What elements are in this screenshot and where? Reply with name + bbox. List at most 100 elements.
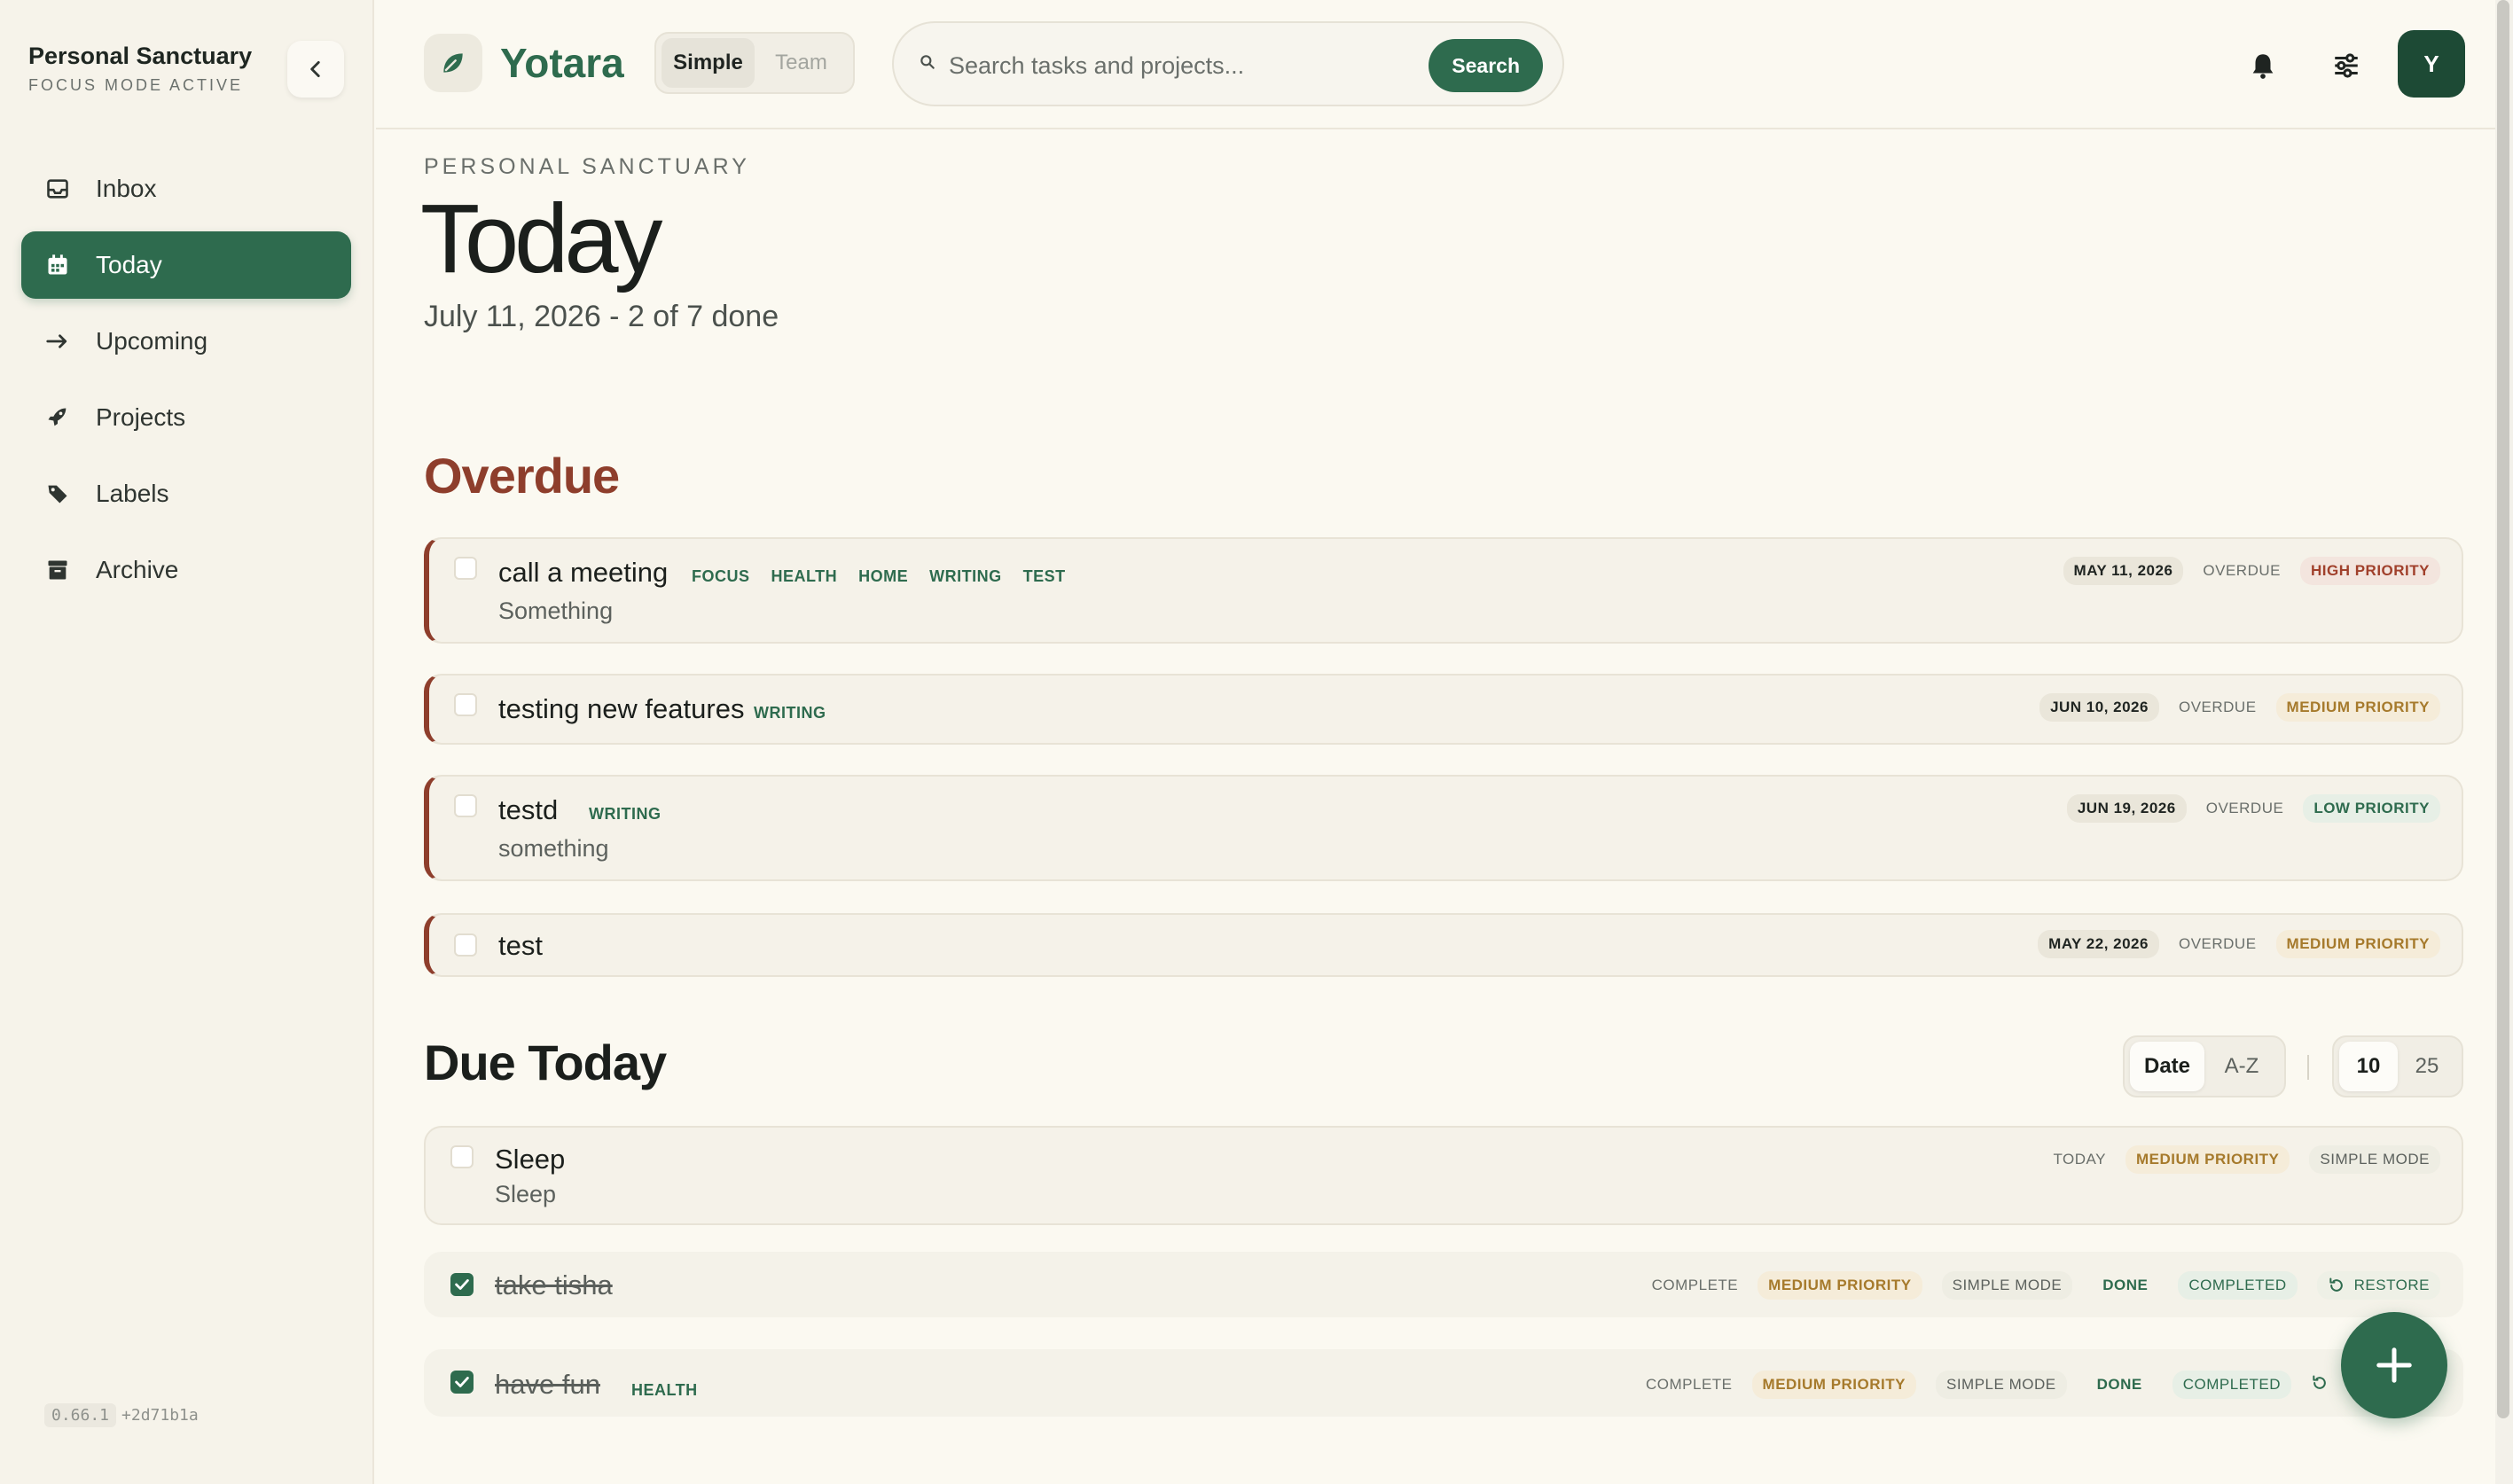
tag-label[interactable]: HOME xyxy=(858,567,908,586)
sidebar-item-label: Upcoming xyxy=(96,327,208,355)
sidebar-item-archive[interactable]: Archive xyxy=(21,536,351,604)
sidebar-item-projects[interactable]: Projects xyxy=(21,384,351,451)
status-label: OVERDUE xyxy=(2205,800,2284,816)
task-meta: JUN 19, 2026 OVERDUE LOW PRIORITY xyxy=(2066,794,2440,823)
task-note: Something xyxy=(498,598,614,624)
priority-badge: MEDIUM PRIORITY xyxy=(2275,693,2440,722)
priority-badge: MEDIUM PRIORITY xyxy=(2125,1145,2290,1174)
done-badge: DONE xyxy=(2102,1277,2149,1293)
tag-label[interactable]: WRITING xyxy=(754,704,826,722)
overdue-section-title: Overdue xyxy=(424,448,620,504)
task-checkbox-checked[interactable] xyxy=(450,1273,474,1296)
due-date-badge: MAY 11, 2026 xyxy=(2063,557,2184,585)
task-card[interactable]: testd something WRITING JUN 19, 2026 OVE… xyxy=(424,775,2463,881)
status-label: COMPLETE xyxy=(1651,1277,1739,1293)
task-checkbox[interactable] xyxy=(454,557,477,580)
priority-badge: HIGH PRIORITY xyxy=(2299,557,2440,585)
restore-button[interactable]: RESTORE xyxy=(2316,1271,2440,1300)
tag-label[interactable]: FOCUS xyxy=(692,567,750,586)
sort-date-button[interactable]: Date xyxy=(2130,1042,2204,1091)
status-label: COMPLETE xyxy=(1646,1376,1733,1393)
mode-team-button[interactable]: Team xyxy=(755,38,848,88)
archive-icon xyxy=(44,557,71,583)
task-card[interactable]: testing new features WRITING JUN 10, 202… xyxy=(424,674,2463,745)
task-title: call a meeting xyxy=(498,557,669,588)
done-badge: DONE xyxy=(2096,1376,2142,1393)
user-avatar[interactable]: Y xyxy=(2398,30,2465,98)
task-title: test xyxy=(498,930,543,961)
task-title: testing new features xyxy=(498,693,745,724)
sidebar-item-label: Labels xyxy=(96,480,169,507)
task-meta: COMPLETE MEDIUM PRIORITY SIMPLE MODE DON… xyxy=(1646,1371,2329,1399)
toolbar-divider xyxy=(2307,1055,2309,1080)
tag-label[interactable]: WRITING xyxy=(589,805,662,824)
page-eyebrow: PERSONAL SANCTUARY xyxy=(424,154,750,179)
task-checkbox[interactable] xyxy=(454,693,477,716)
priority-badge: LOW PRIORITY xyxy=(2303,794,2440,823)
task-checkbox[interactable] xyxy=(450,1145,474,1168)
calendar-icon xyxy=(44,252,71,278)
due-date-badge: JUN 19, 2026 xyxy=(2066,794,2187,823)
task-meta: COMPLETE MEDIUM PRIORITY SIMPLE MODE DON… xyxy=(1652,1271,2440,1300)
search-bar: Search xyxy=(892,21,1564,106)
sidebar-item-inbox[interactable]: Inbox xyxy=(21,155,351,223)
filters-button[interactable] xyxy=(2329,48,2364,83)
page-size-toggle: 10 25 xyxy=(2332,1035,2463,1097)
page-size-10-button[interactable]: 10 xyxy=(2339,1042,2398,1091)
sidebar-item-label: Projects xyxy=(96,403,186,431)
scrollbar-thumb[interactable] xyxy=(2497,0,2509,1418)
task-tags: WRITING xyxy=(754,704,826,722)
page-size-25-button[interactable]: 25 xyxy=(2398,1042,2456,1091)
search-button[interactable]: Search xyxy=(1429,39,1543,92)
due-today-section-title: Due Today xyxy=(424,1035,667,1090)
restore-icon[interactable] xyxy=(2311,1374,2329,1396)
tag-label[interactable]: HEALTH xyxy=(631,1381,698,1400)
sidebar-item-labels[interactable]: Labels xyxy=(21,460,351,527)
task-meta: TODAY MEDIUM PRIORITY SIMPLE MODE xyxy=(2053,1145,2440,1174)
page-date-summary: July 11, 2026 - 2 of 7 done xyxy=(424,300,779,333)
task-card[interactable]: take tisha COMPLETE MEDIUM PRIORITY SIMP… xyxy=(424,1252,2463,1317)
mode-badge: SIMPLE MODE xyxy=(2309,1145,2440,1174)
mode-toggle: Simple Team xyxy=(654,32,855,94)
task-card[interactable]: have fun HEALTH COMPLETE MEDIUM PRIORITY… xyxy=(424,1349,2463,1417)
task-card[interactable]: test MAY 22, 2026 OVERDUE MEDIUM PRIORIT… xyxy=(424,913,2463,977)
search-input[interactable] xyxy=(949,46,1428,85)
status-label: TODAY xyxy=(2053,1151,2106,1168)
topbar: Yotara Simple Team Search Y xyxy=(376,0,2495,129)
add-task-button[interactable] xyxy=(2341,1312,2447,1418)
sort-az-button[interactable]: A-Z xyxy=(2204,1042,2279,1091)
tag-label[interactable]: WRITING xyxy=(929,567,1002,586)
mode-simple-button[interactable]: Simple xyxy=(662,38,755,88)
sidebar: Personal Sanctuary FOCUS MODE ACTIVE Inb… xyxy=(0,0,374,1484)
workspace-subtitle: FOCUS MODE ACTIVE xyxy=(28,76,244,94)
sidebar-item-upcoming[interactable]: Upcoming xyxy=(21,308,351,375)
priority-badge: MEDIUM PRIORITY xyxy=(2275,930,2440,958)
completed-badge: COMPLETED xyxy=(2172,1371,2291,1399)
task-meta: MAY 11, 2026 OVERDUE HIGH PRIORITY xyxy=(2063,557,2440,585)
task-card[interactable]: Sleep Sleep TODAY MEDIUM PRIORITY SIMPLE… xyxy=(424,1126,2463,1225)
mode-badge: SIMPLE MODE xyxy=(1935,1371,2067,1399)
task-meta: MAY 22, 2026 OVERDUE MEDIUM PRIORITY xyxy=(2038,930,2440,958)
task-tags: HEALTH xyxy=(631,1381,698,1400)
version-number: 0.66.1 xyxy=(44,1403,117,1427)
task-title: have fun xyxy=(495,1369,600,1400)
tag-label[interactable]: TEST xyxy=(1023,567,1066,586)
task-note: something xyxy=(498,835,609,862)
due-date-badge: MAY 22, 2026 xyxy=(2038,930,2159,958)
leaf-logo-icon xyxy=(424,34,482,92)
task-card[interactable]: call a meeting Something FOCUS HEALTH HO… xyxy=(424,537,2463,644)
task-checkbox-checked[interactable] xyxy=(450,1371,474,1394)
bell-icon xyxy=(2252,54,2274,79)
sliders-icon xyxy=(2335,53,2358,78)
task-checkbox[interactable] xyxy=(454,794,477,817)
collapse-sidebar-button[interactable] xyxy=(287,41,344,98)
task-title: Sleep xyxy=(495,1144,566,1175)
app-logo-text[interactable]: Yotara xyxy=(500,39,624,87)
tag-label[interactable]: HEALTH xyxy=(771,567,838,586)
build-hash: +2d71b1a xyxy=(121,1406,199,1425)
sidebar-item-label: Today xyxy=(96,251,162,278)
chevron-left-icon xyxy=(310,61,320,77)
task-checkbox[interactable] xyxy=(454,933,477,957)
sidebar-item-today[interactable]: Today xyxy=(21,231,351,299)
notifications-button[interactable] xyxy=(2245,48,2281,83)
